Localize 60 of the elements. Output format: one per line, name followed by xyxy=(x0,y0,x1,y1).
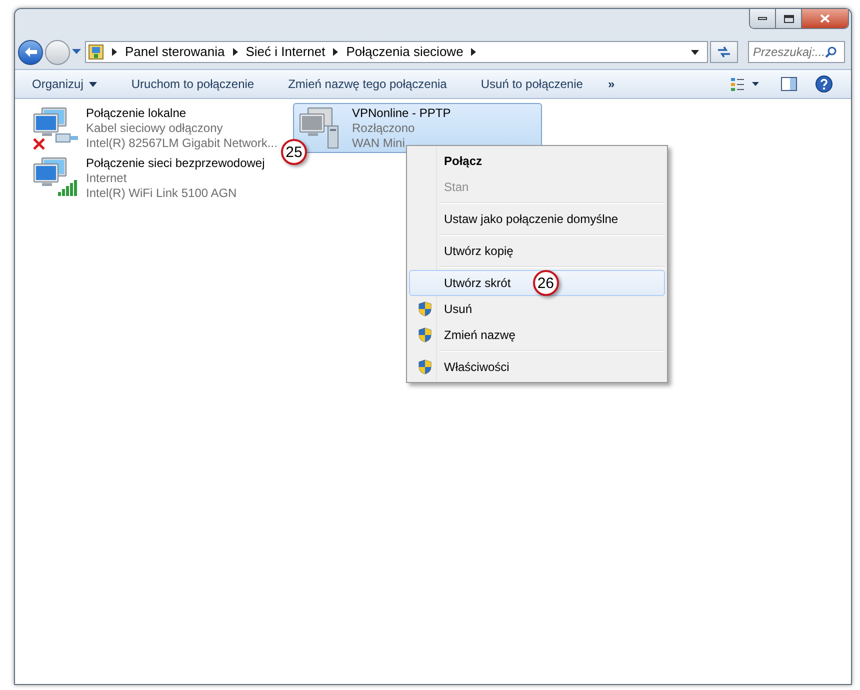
control-panel-icon xyxy=(88,44,104,60)
caret-icon xyxy=(89,82,98,86)
connection-name: Połączenie sieci bezprzewodowej xyxy=(86,156,265,171)
breadcrumb-item[interactable]: Połączenia sieciowe xyxy=(346,42,464,62)
help-icon[interactable] xyxy=(815,75,833,93)
toolbar-button[interactable]: Uruchom to połączenie xyxy=(114,70,272,98)
menu-item[interactable]: Utwórz kopię xyxy=(409,238,665,264)
dropdown-arrow-icon[interactable] xyxy=(691,50,699,54)
connection-item[interactable]: Połączenie sieci bezprzewodowej Internet Intel(R) WiFi Link 5100 AGN xyxy=(27,153,276,203)
connection-item[interactable]: Połączenie lokalne Kabel sieciowy odłączony Intel(R) 82567LM Gigabit Network... xyxy=(27,103,276,153)
menu-item[interactable]: Zmień nazwę xyxy=(409,322,665,348)
back-button[interactable] xyxy=(18,40,43,64)
menu-item-label: Utwórz skrót xyxy=(443,275,511,292)
close-button[interactable] xyxy=(802,9,848,28)
shield-icon xyxy=(418,327,432,343)
connection-device: WAN Mini xyxy=(352,136,406,151)
minimize-button[interactable] xyxy=(750,9,776,28)
chevron-right-icon[interactable] xyxy=(333,48,338,56)
toolbar-button[interactable]: Organizuj xyxy=(15,70,114,98)
breadcrumb-item[interactable]: Panel sterowania xyxy=(125,42,225,62)
menu-item-label: Stan xyxy=(443,179,469,196)
connection-status: Kabel sieciowy odłączony xyxy=(86,121,224,136)
connection-name: VPNonline - PPTP xyxy=(352,106,451,121)
search-icon xyxy=(825,46,837,58)
callout-number: 26 xyxy=(532,270,559,296)
menu-item-label: Usuń xyxy=(443,301,472,318)
menu-item-label: Ustaw jako połączenie domyślne xyxy=(443,211,618,228)
connection-device: Intel(R) 82567LM Gigabit Network... xyxy=(86,136,278,151)
close-icon xyxy=(820,14,830,23)
shield-icon xyxy=(418,301,432,317)
search-field[interactable]: Przeszukaj:... xyxy=(748,41,845,63)
toolbar-button[interactable]: Usuń to połączenie xyxy=(464,70,600,98)
menu-item[interactable]: Ustaw jako połączenie domyślne xyxy=(409,206,665,232)
refresh-button[interactable] xyxy=(710,41,738,63)
breadcrumb-item[interactable]: Sieć i Internet xyxy=(246,42,326,62)
history-dropdown-icon[interactable] xyxy=(72,49,81,55)
more-commands-button[interactable]: » xyxy=(600,70,623,98)
back-arrow-icon xyxy=(24,46,38,58)
connection-status: Rozłączono xyxy=(352,121,416,136)
menu-item[interactable]: Usuń xyxy=(409,296,665,322)
menu-item-label: Właściwości xyxy=(443,359,510,376)
maximize-button[interactable] xyxy=(776,9,802,28)
connection-status: Internet xyxy=(86,171,128,186)
view-options-icon[interactable] xyxy=(731,77,759,91)
callout-number: 25 xyxy=(281,139,307,165)
menu-item[interactable]: Właściwości xyxy=(409,354,665,380)
menu-item[interactable]: Utwórz skrót 26 xyxy=(409,270,665,296)
menu-item-label: Zmień nazwę xyxy=(443,327,516,344)
refresh-icon xyxy=(717,46,731,58)
chevron-right-icon[interactable] xyxy=(112,48,117,56)
toolbar-button[interactable]: Zmień nazwę tego połączenia xyxy=(271,70,464,98)
chevron-right-icon[interactable] xyxy=(232,48,238,56)
connection-name: Połączenie lokalne xyxy=(86,106,188,121)
menu-item-label: Utwórz kopię xyxy=(443,243,514,260)
shield-icon xyxy=(418,359,432,375)
address-bar[interactable]: Panel sterowania Sieć i Internet Połączenia sieciowe xyxy=(85,41,708,63)
preview-pane-icon[interactable] xyxy=(781,77,797,91)
menu-item-label: Połącz xyxy=(443,153,482,170)
connection-device: Intel(R) WiFi Link 5100 AGN xyxy=(86,186,238,201)
chevron-right-icon[interactable] xyxy=(471,48,476,56)
